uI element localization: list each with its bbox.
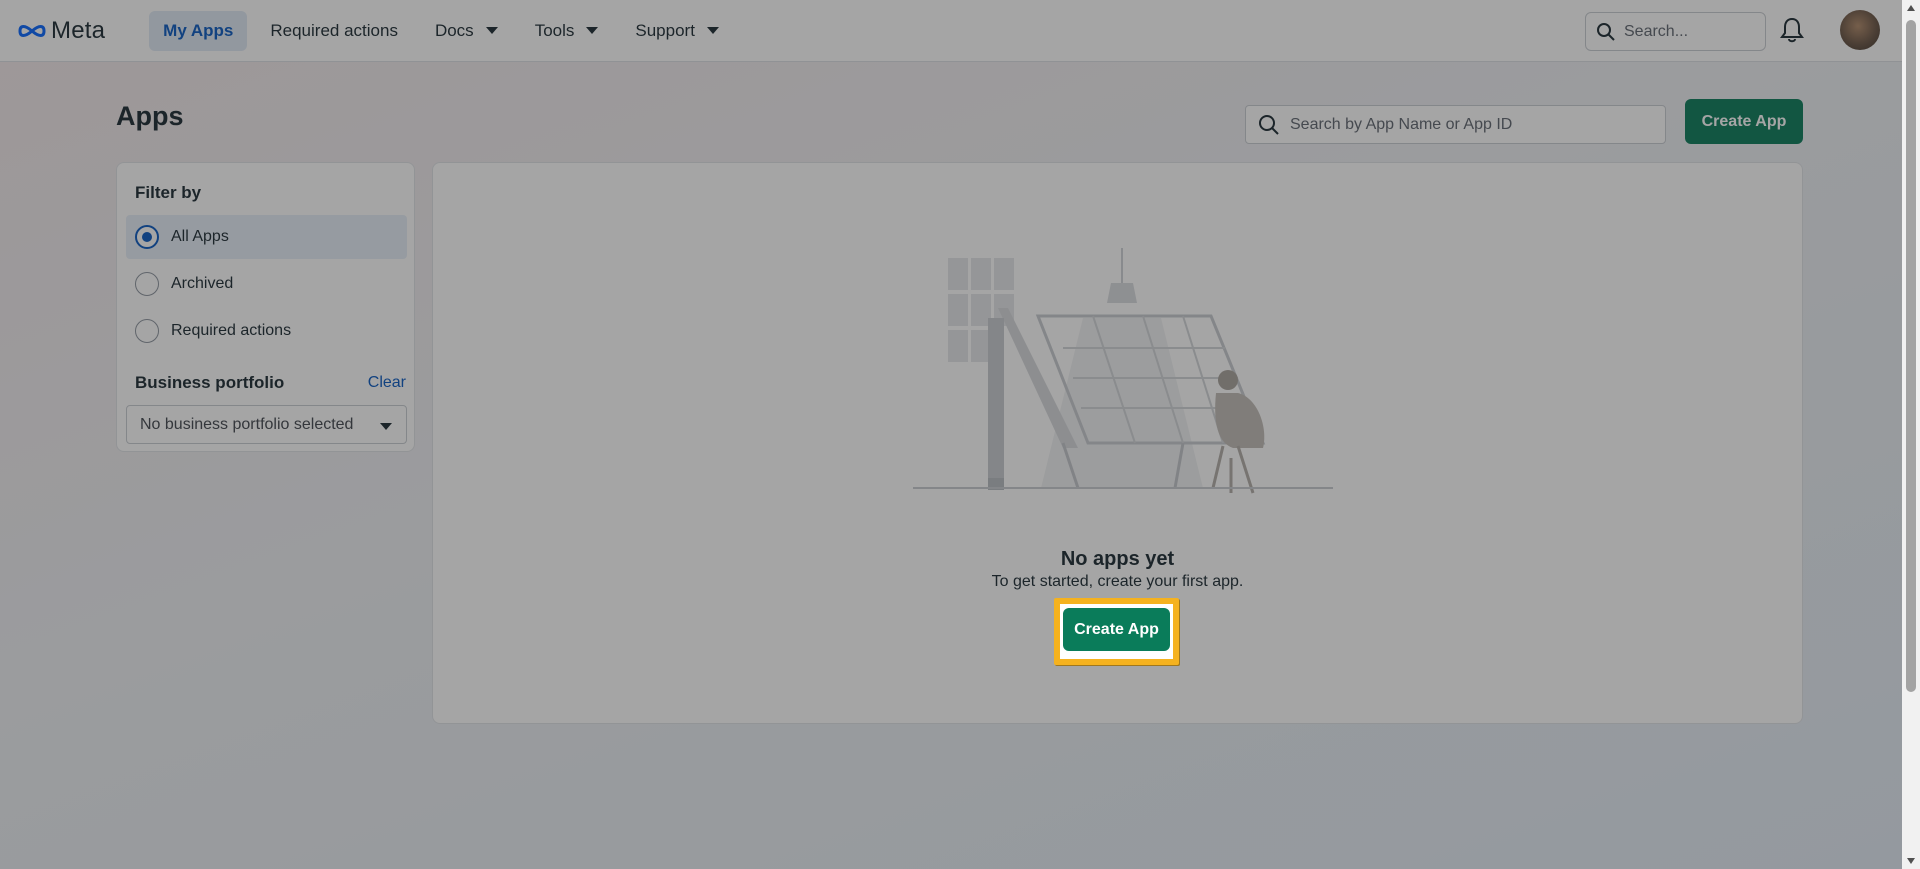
empty-state-subtitle: To get started, create your first app. [991,573,1244,590]
radio-unselected-icon [135,319,159,343]
scroll-up-arrow-icon[interactable] [1907,5,1915,11]
caret-down-icon [485,27,498,34]
top-navigation-bar: Meta My Apps Required actions Docs Tools… [0,0,1902,62]
nav-label: My Apps [163,20,234,40]
avatar[interactable] [1840,10,1880,50]
nav-docs[interactable]: Docs [421,11,512,51]
scrollbar-thumb[interactable] [1906,20,1916,692]
main-nav: My Apps Required actions Docs Tools Supp… [149,10,742,51]
create-app-button-spotlight[interactable]: Create App [1063,608,1170,651]
filter-panel: Filter by All Apps Archived Required act… [116,162,415,452]
filter-option-label: Archived [171,275,234,292]
nav-label: Required actions [270,20,398,40]
notifications-bell-icon[interactable] [1780,16,1804,49]
radio-unselected-icon [135,272,159,296]
caret-down-icon [586,27,599,34]
nav-required-actions[interactable]: Required actions [256,11,412,51]
caret-down-icon [706,27,719,34]
clear-link[interactable]: Clear [368,374,406,392]
scroll-down-arrow-icon[interactable] [1907,858,1915,864]
page-scrollbar[interactable] [1902,0,1920,869]
nav-label: Docs [434,20,474,40]
search-icon [1597,22,1615,41]
top-search-input[interactable] [1624,22,1754,41]
filter-option-all-apps[interactable]: All Apps [126,215,407,259]
filter-option-archived[interactable]: Archived [126,262,407,306]
business-portfolio-title: Business portfolio [135,373,285,392]
empty-state-title: No apps yet [1060,548,1175,570]
meta-infinity-icon [18,24,46,37]
business-portfolio-value: No business portfolio selected [140,415,354,433]
nav-label: Tools [534,20,575,40]
nav-tools[interactable]: Tools [521,11,613,51]
app-search-input[interactable] [1290,115,1650,134]
create-app-button-top[interactable]: Create App [1685,99,1803,144]
filter-option-label: Required actions [171,322,292,339]
filter-title: Filter by [135,183,202,202]
page-title: Apps [116,101,184,131]
logo-text: Meta [51,16,106,44]
caret-down-icon [380,423,392,430]
filter-option-label: All Apps [171,228,229,245]
meta-logo[interactable]: Meta [17,17,105,45]
spotlight-create-app: Create App [1054,598,1179,665]
top-search-box [1585,12,1766,51]
business-portfolio-select[interactable]: No business portfolio selected [126,405,407,444]
nav-label: Support [635,20,695,40]
nav-my-apps[interactable]: My Apps [149,10,248,51]
empty-state-illustration [913,248,1333,494]
filter-option-required-actions[interactable]: Required actions [126,309,407,353]
radio-selected-icon [135,225,159,249]
search-icon [1259,114,1279,135]
nav-support[interactable]: Support [621,11,733,51]
app-search-box [1245,105,1666,144]
